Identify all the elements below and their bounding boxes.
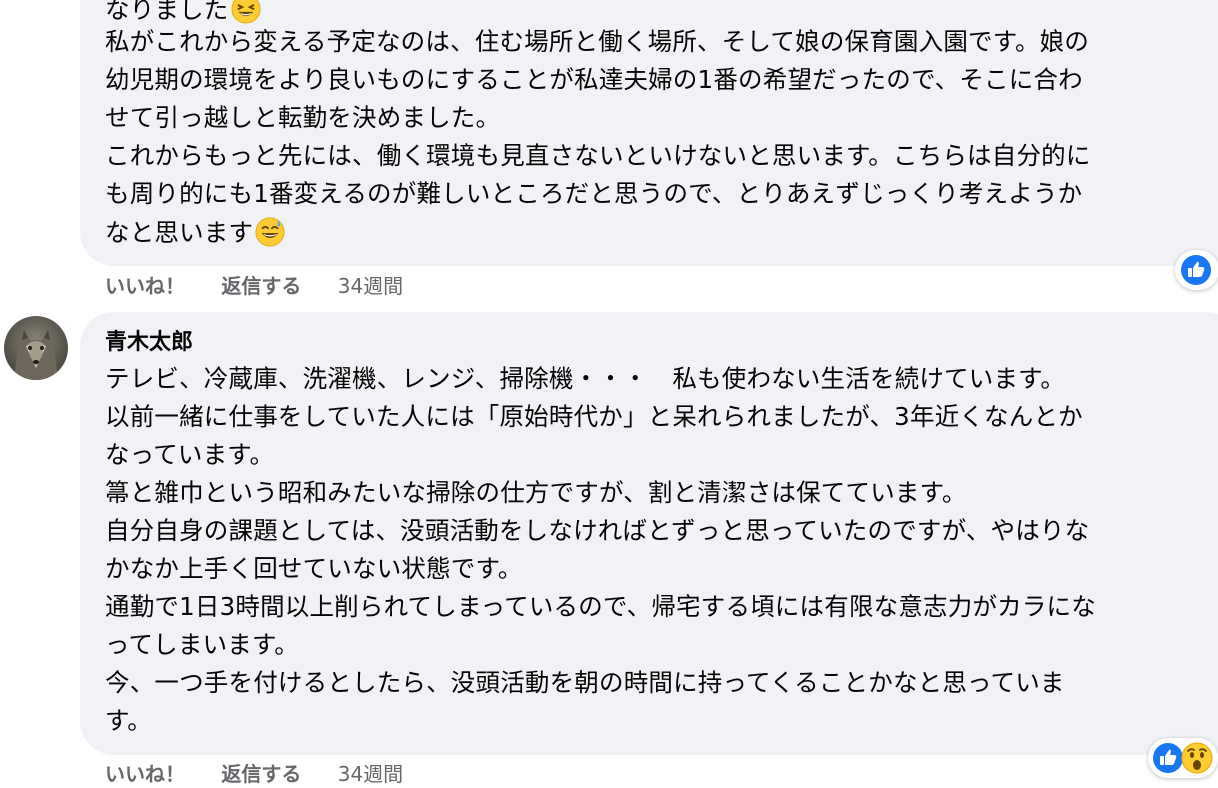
comment-text-line: ってしまいます。 bbox=[105, 630, 299, 659]
comment-text-line: せて引っ越しと転勤を決めました。 bbox=[105, 103, 501, 132]
comment-text-line: なっています。 bbox=[105, 440, 275, 469]
comment-text-line: これからもっと先には、働く環境も見直さないといけないと思います。こちらは自分的に bbox=[105, 141, 1091, 170]
comment-text-line: 以前一緒に仕事をしていた人には「原始時代か」と呆れられましたが、3年近くなんとか bbox=[105, 402, 1083, 431]
comment-text-line: 今、一つ手を付けるとしたら、没頭活動を朝の時間に持ってくることかなと思っていま bbox=[105, 668, 1065, 697]
comment-text-line: 自分自身の課題としては、没頭活動をしなければとずっと思っていたのですが、やはりな bbox=[105, 516, 1090, 545]
comment-actions: いいね！ 返信する 34週間 bbox=[105, 759, 403, 788]
timestamp-link[interactable]: 34週間 bbox=[338, 759, 403, 788]
like-button[interactable]: いいね！ bbox=[105, 759, 185, 788]
reaction-summary[interactable] bbox=[1148, 738, 1218, 778]
wolf-avatar[interactable] bbox=[4, 316, 68, 380]
reply-button[interactable]: 返信する bbox=[221, 759, 301, 788]
comment-text-line: なりました bbox=[105, 0, 261, 25]
comment-text-line: 私がこれから変える予定なのは、住む場所と働く場所、そして娘の保育園入園です。娘の bbox=[105, 27, 1090, 56]
comment-text-line: 幼児期の環境をより良いものにすることが私達夫婦の1番の希望だったので、そこに合わ bbox=[105, 65, 1083, 94]
comment-author[interactable]: 青木太郎 bbox=[105, 328, 193, 358]
comment-actions: いいね！ 返信する 34週間 bbox=[105, 271, 403, 301]
comment-text-line: かなか上手く回せていない状態です。 bbox=[105, 554, 523, 583]
comment-text-line: テレビ、冷蔵庫、洗濯機、レンジ、掃除機・・・ 私も使わない生活を続けています。 bbox=[105, 364, 1066, 393]
grinning-squinting-emoji bbox=[230, 0, 261, 24]
wow-icon bbox=[1181, 742, 1213, 774]
comment-text-line: なと思います bbox=[105, 217, 285, 248]
reply-button[interactable]: 返信する bbox=[221, 271, 301, 301]
comment-text-line: も周り的にも1番変えるのが難しいところだと思うので、とりあえずじっくり考えようか bbox=[105, 179, 1083, 208]
grinning-sweat-emoji bbox=[255, 217, 285, 247]
comment-bubble: 青木太郎 テレビ、冷蔵庫、洗濯機、レンジ、掃除機・・・ 私も使わない生活を続けて… bbox=[80, 312, 1218, 755]
comment-text-line: 箒と雑巾という昭和みたいな掃除の仕方ですが、割と清潔さは保てています。 bbox=[105, 478, 967, 507]
timestamp-link[interactable]: 34週間 bbox=[338, 271, 403, 301]
avatar-image bbox=[4, 316, 68, 380]
like-icon bbox=[1153, 743, 1183, 773]
comment-thread: なりました 私がこれから変える予定なのは、住む場所と働く場所、そして娘の保育園入… bbox=[0, 0, 1218, 788]
comment-text-line: す。 bbox=[105, 706, 152, 735]
comment-bubble: なりました 私がこれから変える予定なのは、住む場所と働く場所、そして娘の保育園入… bbox=[80, 0, 1218, 266]
like-icon bbox=[1181, 255, 1211, 285]
reaction-summary[interactable] bbox=[1175, 250, 1218, 290]
like-button[interactable]: いいね！ bbox=[105, 271, 185, 301]
comment-text-line: 通勤で1日3時間以上削られてしまっているので、帰宅する頃には有限な意志力がカラに… bbox=[105, 592, 1096, 621]
